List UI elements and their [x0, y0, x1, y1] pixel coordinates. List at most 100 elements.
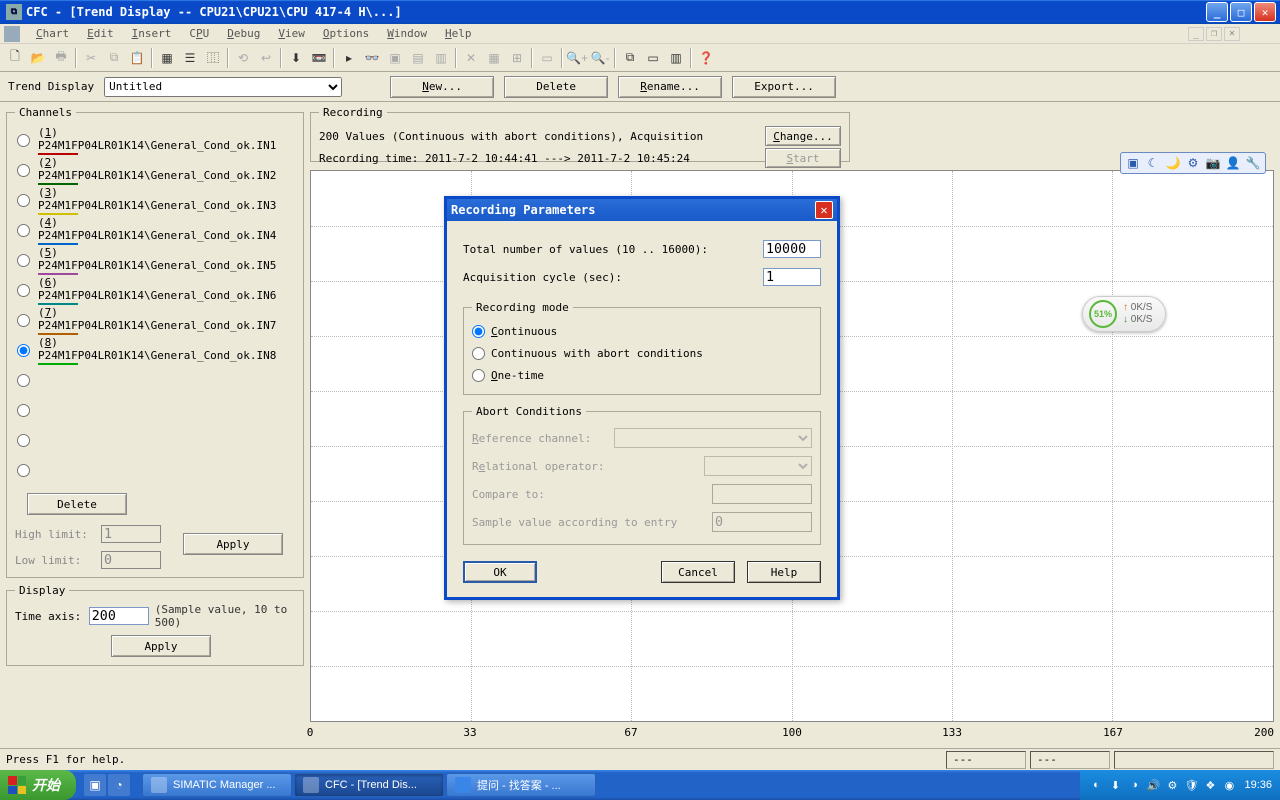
tb-icon-12[interactable]: ▥: [430, 47, 452, 69]
dialog-close-button[interactable]: ✕: [815, 201, 833, 219]
titlebar: ⧉ CFC - [Trend Display -- CPU21\CPU21\CP…: [0, 0, 1280, 24]
clock[interactable]: 19:36: [1244, 779, 1272, 791]
tb-icon-13[interactable]: ✕: [460, 47, 482, 69]
tb-icon-3[interactable]: ⿲: [202, 47, 224, 69]
channel-radio-6[interactable]: [17, 284, 30, 297]
acq-cycle-input[interactable]: [763, 268, 821, 286]
channel-radio-5[interactable]: [17, 254, 30, 267]
menu-view[interactable]: View: [270, 25, 313, 42]
tb-icon-4[interactable]: ⟲: [232, 47, 254, 69]
cancel-button[interactable]: Cancel: [661, 561, 735, 583]
palette-icon-5[interactable]: 👤: [1225, 155, 1241, 171]
limits-apply-button[interactable]: Apply: [183, 533, 283, 555]
mdi-minimize-button[interactable]: _: [1188, 27, 1204, 41]
tray-icon[interactable]: ◉: [1221, 777, 1237, 793]
new-button[interactable]: New...: [390, 76, 494, 98]
channel-radio-4[interactable]: [17, 224, 30, 237]
channel-delete-button[interactable]: Delete: [27, 493, 127, 515]
menu-debug[interactable]: Debug: [219, 25, 268, 42]
rel-op-label: Relational operator:: [472, 460, 696, 473]
taskbar-item-ie[interactable]: 提问 - 找答案 - ...: [446, 773, 596, 797]
channel-radio-empty-2[interactable]: [17, 404, 30, 417]
rename-button[interactable]: Rename...: [618, 76, 722, 98]
tb-icon-19[interactable]: ▥: [665, 47, 687, 69]
tb-icon-8[interactable]: ▸: [338, 47, 360, 69]
tray-icon[interactable]: 🛡: [1183, 777, 1199, 793]
tb-icon-2[interactable]: ☰: [179, 47, 201, 69]
palette-icon-2[interactable]: ☾: [1145, 155, 1161, 171]
mode-continuous-radio[interactable]: [472, 325, 485, 338]
menu-cpu[interactable]: CPU: [181, 25, 217, 42]
menu-edit[interactable]: Edit: [79, 25, 122, 42]
maximize-button[interactable]: □: [1230, 2, 1252, 22]
tb-icon-17[interactable]: ⧉: [619, 47, 641, 69]
trend-select[interactable]: Untitled: [104, 77, 342, 97]
channel-radio-7[interactable]: [17, 314, 30, 327]
tray-icon[interactable]: ◐: [1088, 777, 1104, 793]
tray-icon[interactable]: ⬇: [1107, 777, 1123, 793]
open-icon[interactable]: 📂: [27, 47, 49, 69]
taskbar-item-cfc[interactable]: CFC - [Trend Dis...: [294, 773, 444, 797]
cut-icon[interactable]: ✂: [80, 47, 102, 69]
tray-icon[interactable]: ❖: [1202, 777, 1218, 793]
menu-chart[interactable]: CCharthart: [28, 25, 77, 42]
quicklaunch-icon-2[interactable]: ◔: [108, 774, 130, 796]
tb-icon-9[interactable]: 👓: [361, 47, 383, 69]
palette-wrench-icon[interactable]: 🔧: [1245, 155, 1261, 171]
copy-icon[interactable]: ⧉: [103, 47, 125, 69]
tb-icon-6[interactable]: ⬇: [285, 47, 307, 69]
tb-icon-1[interactable]: ▦: [156, 47, 178, 69]
channel-radio-2[interactable]: [17, 164, 30, 177]
tb-icon-14[interactable]: ▦: [483, 47, 505, 69]
close-button[interactable]: ✕: [1254, 2, 1276, 22]
tb-icon-10[interactable]: ▣: [384, 47, 406, 69]
time-axis-input[interactable]: [89, 607, 149, 625]
compare-input: [712, 484, 812, 504]
channel-radio-1[interactable]: [17, 134, 30, 147]
tray-icon[interactable]: 🔊: [1145, 777, 1161, 793]
tb-icon-11[interactable]: ▤: [407, 47, 429, 69]
total-values-input[interactable]: [763, 240, 821, 258]
mdi-restore-button[interactable]: ❐: [1206, 27, 1222, 41]
tray-icon[interactable]: ◑: [1126, 777, 1142, 793]
menu-help[interactable]: Help: [437, 25, 480, 42]
channel-radio-8[interactable]: [17, 344, 30, 357]
tb-icon-18[interactable]: ▭: [642, 47, 664, 69]
menu-window[interactable]: Window: [379, 25, 435, 42]
ok-button[interactable]: OK: [463, 561, 537, 583]
zoom-in-icon[interactable]: 🔍+: [566, 47, 588, 69]
help-pointer-icon[interactable]: ❓: [695, 47, 717, 69]
start-button[interactable]: 开始: [0, 770, 76, 800]
quicklaunch-icon-1[interactable]: ▣: [84, 774, 106, 796]
change-button[interactable]: Change...: [765, 126, 841, 146]
tb-icon-5[interactable]: ↩: [255, 47, 277, 69]
export-button[interactable]: Export...: [732, 76, 836, 98]
new-icon[interactable]: 🗋: [4, 47, 26, 69]
tb-icon-7[interactable]: 📼: [308, 47, 330, 69]
palette-icon-3[interactable]: ⚙: [1185, 155, 1201, 171]
print-icon[interactable]: 🖶: [50, 47, 72, 69]
taskbar-item-simatic[interactable]: SIMATIC Manager ...: [142, 773, 292, 797]
channel-radio-3[interactable]: [17, 194, 30, 207]
menu-insert[interactable]: Insert: [124, 25, 180, 42]
channel-radio-empty-1[interactable]: [17, 374, 30, 387]
mdi-close-button[interactable]: ✕: [1224, 27, 1240, 41]
zoom-out-icon[interactable]: 🔍-: [589, 47, 611, 69]
mode-onetime-radio[interactable]: [472, 369, 485, 382]
mode-continuous-abort-radio[interactable]: [472, 347, 485, 360]
paste-icon[interactable]: 📋: [126, 47, 148, 69]
help-button[interactable]: Help: [747, 561, 821, 583]
palette-icon-1[interactable]: ▣: [1125, 155, 1141, 171]
tb-icon-16[interactable]: ▭: [536, 47, 558, 69]
channel-radio-empty-3[interactable]: [17, 434, 30, 447]
palette-moon-icon[interactable]: 🌙: [1165, 155, 1181, 171]
minimize-button[interactable]: _: [1206, 2, 1228, 22]
download-badge[interactable]: 51% 0K/S 0K/S: [1082, 296, 1166, 332]
display-apply-button[interactable]: Apply: [111, 635, 211, 657]
tray-icon[interactable]: ⚙: [1164, 777, 1180, 793]
palette-icon-4[interactable]: 📷: [1205, 155, 1221, 171]
delete-button[interactable]: Delete: [504, 76, 608, 98]
menu-options[interactable]: Options: [315, 25, 377, 42]
channel-radio-empty-4[interactable]: [17, 464, 30, 477]
tb-icon-15[interactable]: ⊞: [506, 47, 528, 69]
